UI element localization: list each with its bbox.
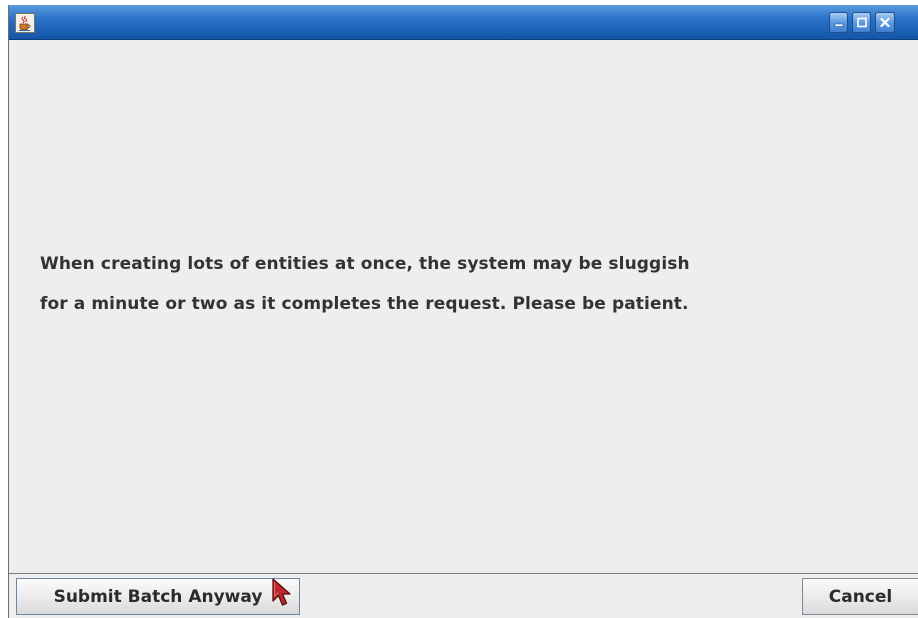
java-cup-icon[interactable] <box>15 13 35 33</box>
message-line-2: for a minute or two as it completes the … <box>40 294 689 314</box>
submit-button-label: Submit Batch Anyway <box>53 586 263 607</box>
cancel-button-label: Cancel <box>828 586 893 607</box>
title-bar[interactable] <box>9 5 918 40</box>
mouse-pointer-icon <box>272 578 291 606</box>
close-icon <box>880 17 890 28</box>
submit-batch-anyway-button[interactable]: Submit Batch Anyway <box>16 578 300 615</box>
message-line-1: When creating lots of entities at once, … <box>40 254 690 274</box>
dialog-content: When creating lots of entities at once, … <box>9 41 918 576</box>
maximize-button[interactable] <box>852 12 871 33</box>
minimize-icon <box>834 23 843 27</box>
close-button[interactable] <box>875 12 895 33</box>
maximize-icon <box>856 17 867 28</box>
minimize-button[interactable] <box>829 12 848 33</box>
cancel-button[interactable]: Cancel <box>802 578 918 615</box>
dialog-window: When creating lots of entities at once, … <box>8 5 918 618</box>
button-bar-divider <box>9 573 918 574</box>
